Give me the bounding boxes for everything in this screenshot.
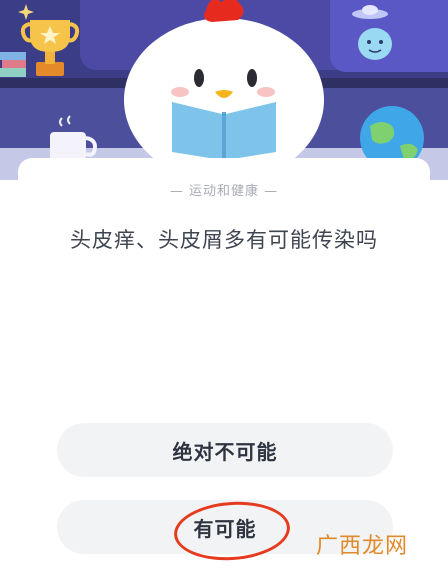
mug-icon: [50, 115, 97, 160]
answer-option-2-label: 有可能: [193, 516, 257, 541]
ufo-icon: [352, 5, 388, 19]
answer-option-1-label: 绝对不可能: [172, 439, 278, 464]
watermark: 广西龙网: [316, 534, 409, 559]
alien-mascot-icon: [358, 28, 392, 60]
chicken-mascot-icon: [124, 0, 324, 180]
header-illustration: [0, 0, 448, 180]
sparkle-icon: [18, 4, 34, 20]
books-icon: [0, 52, 26, 77]
trophy-icon: [20, 20, 80, 76]
answer-option-1[interactable]: 绝对不可能: [57, 423, 393, 477]
category-label: — 运动和健康 —: [169, 184, 279, 199]
question-text: 头皮痒、头皮屑多有可能传染吗: [70, 228, 378, 252]
banner-decorations: [0, 0, 424, 180]
